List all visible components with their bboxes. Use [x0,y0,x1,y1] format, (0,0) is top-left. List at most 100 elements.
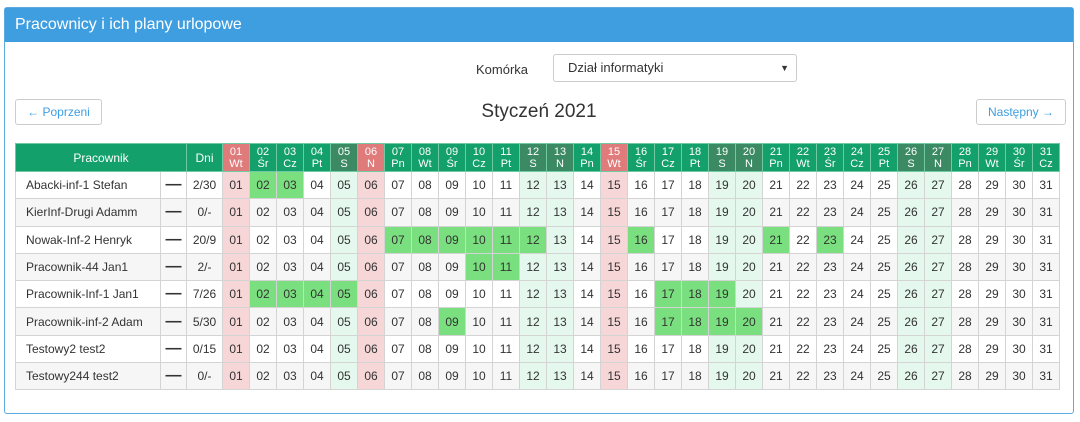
day-cell[interactable]: 29 [978,198,1006,227]
day-cell[interactable]: 18 [681,170,709,200]
day-cell[interactable]: 11 [492,307,520,336]
day-cell[interactable]: 03 [276,362,304,391]
day-cell[interactable]: 22 [789,362,817,391]
day-cell[interactable]: 03 [276,334,304,364]
day-cell[interactable]: 13 [546,362,574,391]
day-cell[interactable]: 31 [1032,170,1060,200]
day-cell[interactable]: 18 [681,334,709,364]
day-cell[interactable]: 28 [951,362,979,391]
day-cell[interactable]: 02 [249,334,277,364]
day-cell[interactable]: 01 [222,280,250,309]
day-cell[interactable]: 14 [573,334,601,364]
day-cell[interactable]: 25 [870,170,898,200]
day-cell[interactable]: 19 [708,198,736,227]
day-cell[interactable]: 30 [1005,307,1033,336]
day-cell[interactable]: 23 [816,280,844,309]
day-cell[interactable]: 24 [843,362,871,391]
day-cell[interactable]: 04 [303,170,331,200]
day-cell[interactable]: 29 [978,280,1006,309]
day-cell[interactable]: 29 [978,170,1006,200]
vacation-day-cell[interactable]: 03 [276,280,304,309]
day-cell[interactable]: 27 [924,170,952,200]
day-cell[interactable]: 15 [600,170,628,200]
vacation-day-cell[interactable]: 10 [465,225,493,254]
day-cell[interactable]: 26 [897,280,925,309]
day-cell[interactable]: 06 [357,225,385,254]
day-cell[interactable]: 14 [573,225,601,254]
day-cell[interactable]: 10 [465,170,493,200]
day-cell[interactable]: 30 [1005,334,1033,364]
day-cell[interactable]: 22 [789,252,817,282]
day-cell[interactable]: 08 [411,280,439,309]
remove-employee-icon[interactable]: — [160,225,187,254]
day-cell[interactable]: 23 [816,198,844,227]
day-cell[interactable]: 27 [924,334,952,364]
day-cell[interactable]: 19 [708,334,736,364]
day-cell[interactable]: 24 [843,252,871,282]
day-cell[interactable]: 08 [411,334,439,364]
day-cell[interactable]: 14 [573,362,601,391]
day-cell[interactable]: 06 [357,362,385,391]
day-cell[interactable]: 18 [681,198,709,227]
day-cell[interactable]: 23 [816,362,844,391]
day-cell[interactable]: 28 [951,280,979,309]
day-cell[interactable]: 17 [654,252,682,282]
day-cell[interactable]: 31 [1032,362,1060,391]
day-cell[interactable]: 23 [816,307,844,336]
day-cell[interactable]: 20 [735,280,763,309]
day-cell[interactable]: 08 [411,252,439,282]
day-cell[interactable]: 21 [762,307,790,336]
day-cell[interactable]: 16 [627,170,655,200]
day-cell[interactable]: 22 [789,198,817,227]
day-cell[interactable]: 21 [762,334,790,364]
vacation-day-cell[interactable]: 18 [681,280,709,309]
vacation-day-cell[interactable]: 09 [438,307,466,336]
day-cell[interactable]: 31 [1032,252,1060,282]
day-cell[interactable]: 20 [735,170,763,200]
day-cell[interactable]: 04 [303,307,331,336]
day-cell[interactable]: 03 [276,307,304,336]
day-cell[interactable]: 08 [411,198,439,227]
day-cell[interactable]: 13 [546,198,574,227]
vacation-day-cell[interactable]: 04 [303,280,331,309]
day-cell[interactable]: 24 [843,198,871,227]
day-cell[interactable]: 27 [924,252,952,282]
day-cell[interactable]: 22 [789,307,817,336]
day-cell[interactable]: 11 [492,334,520,364]
day-cell[interactable]: 08 [411,170,439,200]
day-cell[interactable]: 22 [789,280,817,309]
day-cell[interactable]: 16 [627,334,655,364]
vacation-day-cell[interactable]: 18 [681,307,709,336]
day-cell[interactable]: 21 [762,362,790,391]
day-cell[interactable]: 29 [978,225,1006,254]
day-cell[interactable]: 30 [1005,252,1033,282]
day-cell[interactable]: 01 [222,362,250,391]
vacation-day-cell[interactable]: 02 [249,170,277,200]
day-cell[interactable]: 12 [519,334,547,364]
day-cell[interactable]: 13 [546,170,574,200]
day-cell[interactable]: 11 [492,280,520,309]
day-cell[interactable]: 26 [897,252,925,282]
vacation-day-cell[interactable]: 19 [708,307,736,336]
day-cell[interactable]: 12 [519,307,547,336]
day-cell[interactable]: 20 [735,252,763,282]
day-cell[interactable]: 27 [924,280,952,309]
day-cell[interactable]: 23 [816,334,844,364]
day-cell[interactable]: 13 [546,307,574,336]
vacation-day-cell[interactable]: 03 [276,170,304,200]
day-cell[interactable]: 28 [951,198,979,227]
day-cell[interactable]: 08 [411,362,439,391]
day-cell[interactable]: 19 [708,362,736,391]
day-cell[interactable]: 14 [573,252,601,282]
day-cell[interactable]: 14 [573,280,601,309]
day-cell[interactable]: 25 [870,225,898,254]
day-cell[interactable]: 13 [546,252,574,282]
day-cell[interactable]: 11 [492,170,520,200]
day-cell[interactable]: 13 [546,334,574,364]
day-cell[interactable]: 14 [573,307,601,336]
day-cell[interactable]: 17 [654,225,682,254]
day-cell[interactable]: 02 [249,362,277,391]
day-cell[interactable]: 01 [222,334,250,364]
day-cell[interactable]: 06 [357,170,385,200]
day-cell[interactable]: 03 [276,252,304,282]
